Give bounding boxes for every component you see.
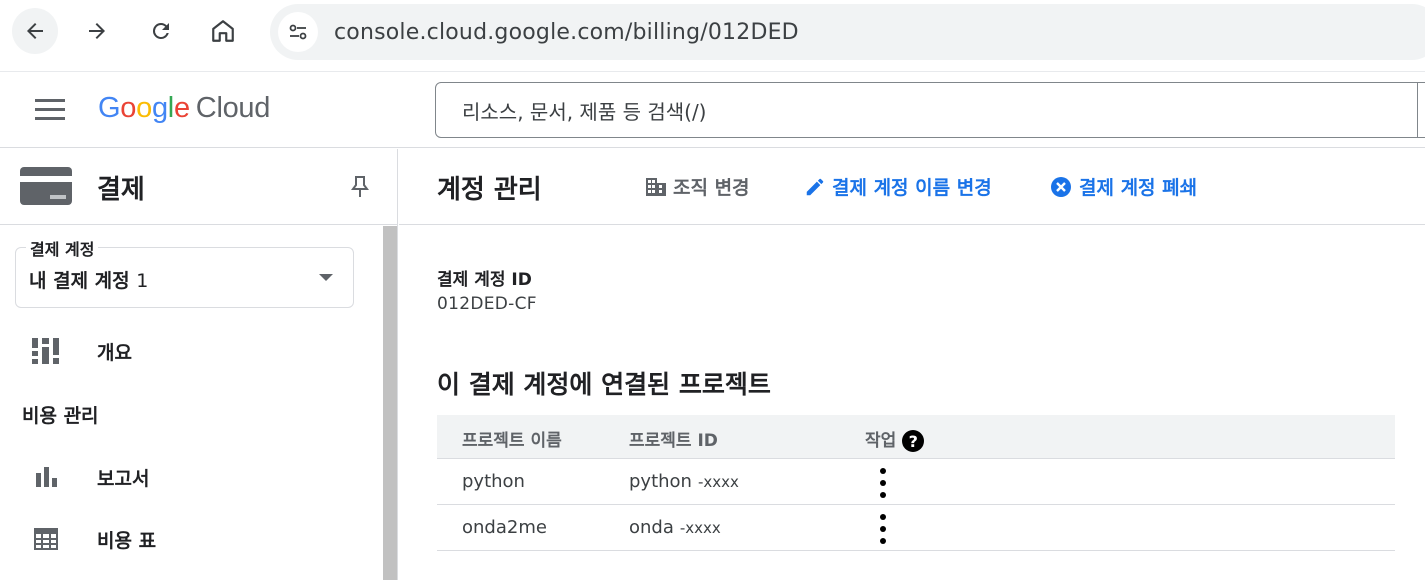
- projects-table: 프로젝트 이름 프로젝트 ID 작업? python python -xxxx o…: [437, 415, 1395, 551]
- change-organization-label: 조직 변경: [673, 177, 750, 199]
- site-info-button[interactable]: [278, 12, 318, 52]
- billing-account-value: 내 결제 계정 1: [29, 270, 149, 292]
- organization-icon: [645, 177, 667, 197]
- help-icon[interactable]: ?: [902, 430, 925, 452]
- edit-pencil-icon: [804, 176, 826, 198]
- header-project-name: 프로젝트 이름: [462, 431, 562, 451]
- sidebar: 결제 결제 계정 내 결제 계정 1 개요 비용 관리 보고서 비용 표: [0, 149, 398, 580]
- change-organization-button[interactable]: 조직 변경: [645, 173, 750, 200]
- pin-button[interactable]: [346, 173, 374, 201]
- billing-account-select[interactable]: 결제 계정 내 결제 계정 1: [15, 236, 354, 308]
- back-button[interactable]: [12, 8, 58, 54]
- site-info-icon: [289, 24, 307, 40]
- main-content: 계정 관리 조직 변경 결제 계정 이름 변경 결제 계정 폐쇄 결제 계정 I…: [399, 149, 1425, 580]
- table-row: onda2me onda -xxxx: [437, 505, 1395, 551]
- overview-icon: [30, 335, 62, 367]
- hamburger-menu-icon: [35, 99, 65, 120]
- google-cloud-logo[interactable]: Google Cloud: [98, 92, 270, 125]
- row-actions-more-icon[interactable]: [877, 468, 889, 498]
- header-project-id: 프로젝트 ID: [629, 431, 718, 451]
- sidebar-header: 결제: [0, 149, 398, 225]
- sidebar-item-label: 비용 표: [97, 529, 157, 552]
- project-id-cell: python -xxxx: [629, 471, 739, 492]
- pin-icon: [351, 176, 369, 197]
- linked-projects-title: 이 결제 계정에 연결된 프로젝트: [437, 370, 771, 399]
- page-title: 계정 관리: [437, 175, 542, 205]
- sidebar-title: 결제: [97, 175, 145, 205]
- sidebar-item-overview[interactable]: 개요: [0, 325, 380, 377]
- close-circle-icon: [1049, 175, 1073, 199]
- forward-arrow-icon: [89, 23, 105, 39]
- project-name-cell: python: [462, 471, 525, 492]
- logo-cloud-text: Cloud: [195, 92, 271, 124]
- sidebar-item-label: 보고서: [97, 467, 150, 490]
- search-placeholder: 리소스, 문서, 제품 등 검색(/): [462, 99, 707, 124]
- page-toolbar: 계정 관리 조직 변경 결제 계정 이름 변경 결제 계정 폐쇄: [399, 149, 1425, 225]
- header-actions: 작업?: [865, 426, 925, 452]
- forward-button[interactable]: [74, 8, 120, 54]
- billing-account-id-value: 012DED-CF: [437, 294, 537, 314]
- billing-account-id-label: 결제 계정 ID: [437, 270, 532, 290]
- reload-button[interactable]: [138, 8, 184, 54]
- close-account-label: 결제 계정 폐쇄: [1079, 177, 1198, 199]
- sidebar-item-label: 개요: [97, 341, 132, 364]
- sidebar-scrollbar-thumb[interactable]: [383, 226, 397, 580]
- billing-account-label: 결제 계정: [26, 236, 99, 260]
- table-icon: [30, 523, 62, 555]
- console-header: Google Cloud 리소스, 문서, 제품 등 검색(/): [0, 72, 1425, 148]
- table-row: python python -xxxx: [437, 459, 1395, 505]
- browser-toolbar: console.cloud.google.com/billing/012DED: [0, 0, 1425, 72]
- close-billing-account-button[interactable]: 결제 계정 폐쇄: [1049, 173, 1197, 200]
- reload-icon: [152, 22, 169, 39]
- table-header: 프로젝트 이름 프로젝트 ID 작업?: [437, 415, 1395, 459]
- home-button[interactable]: [200, 8, 246, 54]
- back-arrow-icon: [27, 23, 43, 39]
- sidebar-item-cost-table[interactable]: 비용 표: [0, 513, 380, 565]
- project-id-cell: onda -xxxx: [629, 517, 721, 538]
- rename-billing-account-button[interactable]: 결제 계정 이름 변경: [804, 173, 992, 200]
- url-text[interactable]: console.cloud.google.com/billing/012DED: [334, 20, 799, 45]
- project-name-cell: onda2me: [462, 517, 547, 538]
- rename-label: 결제 계정 이름 변경: [832, 177, 992, 199]
- row-actions-more-icon[interactable]: [877, 514, 889, 544]
- section-cost-management: 비용 관리: [22, 405, 99, 427]
- main-menu-button[interactable]: [28, 90, 72, 130]
- bar-chart-icon: [30, 461, 62, 493]
- home-icon: [212, 20, 234, 42]
- address-bar[interactable]: console.cloud.google.com/billing/012DED: [270, 4, 1425, 60]
- billing-card-icon: [20, 167, 72, 205]
- dropdown-caret-icon: [319, 274, 333, 281]
- search-input[interactable]: 리소스, 문서, 제품 등 검색(/): [435, 82, 1425, 138]
- sidebar-item-reports[interactable]: 보고서: [0, 451, 380, 503]
